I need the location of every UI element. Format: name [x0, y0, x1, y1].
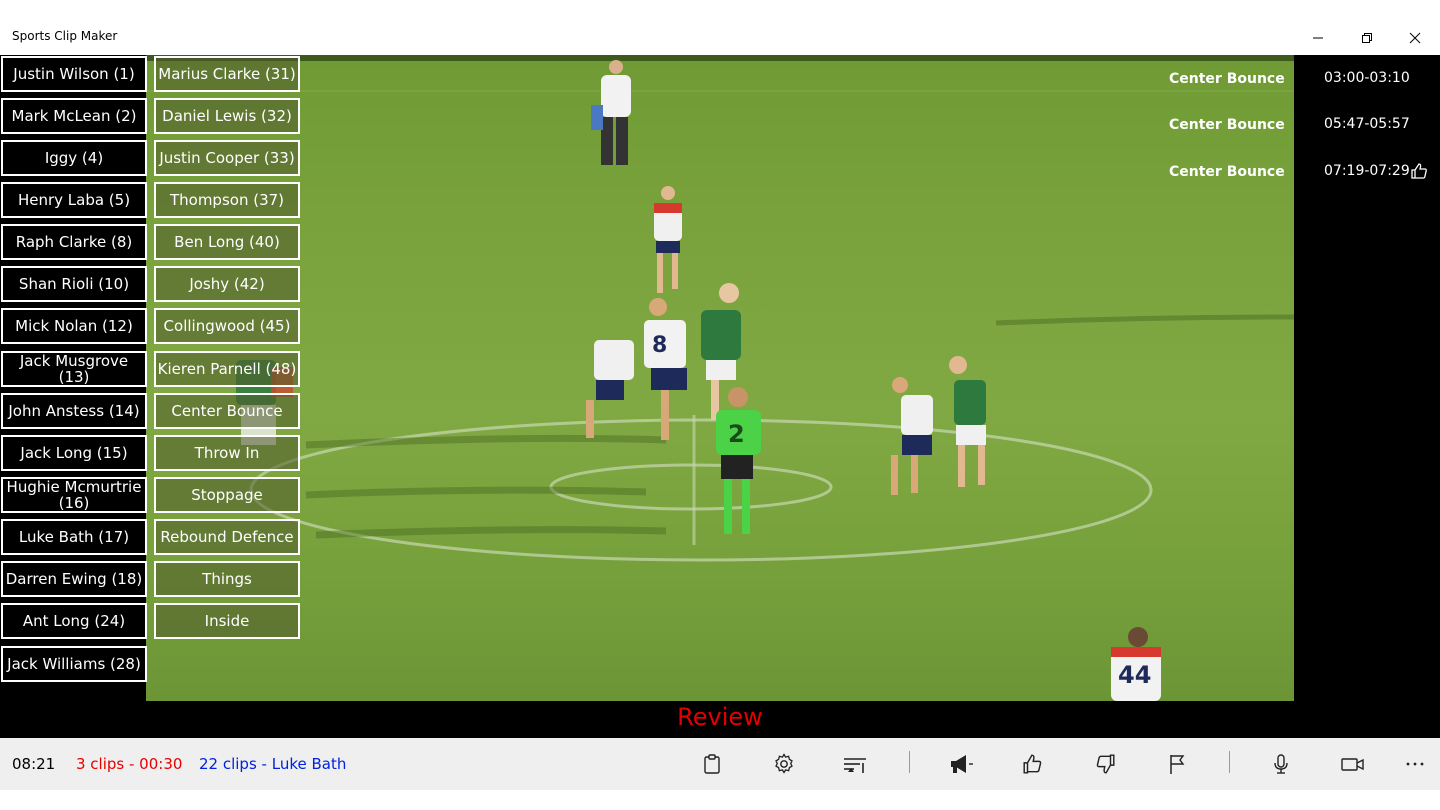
settings-button[interactable] [769, 750, 799, 778]
close-button[interactable] [1399, 22, 1431, 54]
tag-button[interactable]: Things [154, 561, 300, 597]
player-button[interactable]: Iggy (4) [1, 140, 147, 176]
player-button[interactable]: Jack Musgrove (13) [1, 351, 147, 387]
thumbs-up-icon [1411, 163, 1427, 179]
clipboard-button[interactable] [697, 750, 727, 778]
video-camera-button[interactable] [1338, 750, 1368, 778]
svg-text:8: 8 [652, 333, 667, 358]
clip-time[interactable]: 05:47-05:57 [1324, 116, 1410, 132]
more-options-button[interactable] [1400, 750, 1430, 778]
player-button[interactable]: Shan Rioli (10) [1, 266, 147, 302]
player-button[interactable]: Raph Clarke (8) [1, 224, 147, 260]
tag-button[interactable]: Marius Clarke (31) [154, 56, 300, 92]
player-button[interactable]: Jack Williams (28) [1, 646, 147, 682]
player-button[interactable]: Darren Ewing (18) [1, 561, 147, 597]
microphone-button[interactable] [1266, 750, 1296, 778]
app-window: Sports Clip Maker 8 2 44 Justin Wilson (… [0, 0, 1440, 810]
tag-button[interactable]: Thompson (37) [154, 182, 300, 218]
tag-button[interactable]: Throw In [154, 435, 300, 471]
megaphone-icon [951, 755, 973, 773]
selected-clips-count[interactable]: 3 clips - 00:30 [76, 755, 182, 773]
tag-button[interactable]: Rebound Defence [154, 519, 300, 555]
more-icon [1406, 762, 1424, 766]
microphone-icon [1274, 754, 1288, 774]
svg-text:44: 44 [1118, 661, 1151, 689]
close-icon [1409, 32, 1421, 44]
tag-button[interactable]: Collingwood (45) [154, 308, 300, 344]
player-button[interactable]: Jack Long (15) [1, 435, 147, 471]
clip-time[interactable]: 07:19-07:29 [1324, 163, 1410, 179]
video-frame: 8 2 44 [146, 55, 1294, 701]
tag-button[interactable]: Stoppage [154, 477, 300, 513]
announce-button[interactable] [946, 750, 976, 778]
tag-button[interactable]: Kieren Parnell (48) [154, 351, 300, 387]
toolbar-separator [1229, 751, 1230, 773]
like-button[interactable] [1018, 750, 1048, 778]
clip-label[interactable]: Center Bounce [1169, 164, 1285, 180]
dislike-button[interactable] [1090, 750, 1120, 778]
toolbar-separator [909, 751, 910, 773]
clip-label[interactable]: Center Bounce [1169, 71, 1285, 87]
tag-button[interactable]: Justin Cooper (33) [154, 140, 300, 176]
tag-button[interactable]: Joshy (42) [154, 266, 300, 302]
gear-icon [775, 753, 793, 774]
video-player[interactable]: 8 2 44 [146, 55, 1294, 701]
tag-button[interactable]: Ben Long (40) [154, 224, 300, 260]
svg-text:2: 2 [728, 420, 745, 448]
filter-sort-icon [844, 758, 866, 773]
player-button[interactable]: John Anstess (14) [1, 393, 147, 429]
minimize-button[interactable] [1302, 22, 1334, 54]
review-label[interactable]: Review [0, 703, 1440, 731]
player-button[interactable]: Henry Laba (5) [1, 182, 147, 218]
player-button[interactable]: Luke Bath (17) [1, 519, 147, 555]
flag-icon [1170, 755, 1185, 774]
minimize-icon [1313, 37, 1323, 39]
clip-label[interactable]: Center Bounce [1169, 117, 1285, 133]
player-button[interactable]: Justin Wilson (1) [1, 56, 147, 92]
total-clips-filter[interactable]: 22 clips - Luke Bath [199, 755, 346, 773]
flag-button[interactable] [1162, 750, 1192, 778]
tag-button[interactable]: Inside [154, 603, 300, 639]
restore-icon [1362, 33, 1372, 43]
clip-time[interactable]: 03:00-03:10 [1324, 70, 1410, 86]
clips-panel [1294, 55, 1440, 701]
player-button[interactable]: Ant Long (24) [1, 603, 147, 639]
video-camera-icon [1341, 758, 1364, 771]
window-bottom-edge [0, 790, 1440, 810]
filter-sort-button[interactable] [840, 750, 870, 778]
player-button[interactable]: Hughie Mcmurtrie (16) [1, 477, 147, 513]
status-toolbar: 08:21 3 clips - 00:30 22 clips - Luke Ba… [0, 738, 1440, 790]
current-time: 08:21 [12, 755, 56, 773]
restore-button[interactable] [1351, 22, 1383, 54]
clipboard-icon [704, 754, 720, 774]
player-button[interactable]: Mick Nolan (12) [1, 308, 147, 344]
thumbs-down-icon [1096, 754, 1115, 774]
thumbs-up-icon [1023, 754, 1042, 774]
app-title: Sports Clip Maker [12, 29, 118, 43]
tag-button[interactable]: Center Bounce [154, 393, 300, 429]
title-bar: Sports Clip Maker [0, 0, 1440, 55]
player-button[interactable]: Mark McLean (2) [1, 98, 147, 134]
tag-button[interactable]: Daniel Lewis (32) [154, 98, 300, 134]
